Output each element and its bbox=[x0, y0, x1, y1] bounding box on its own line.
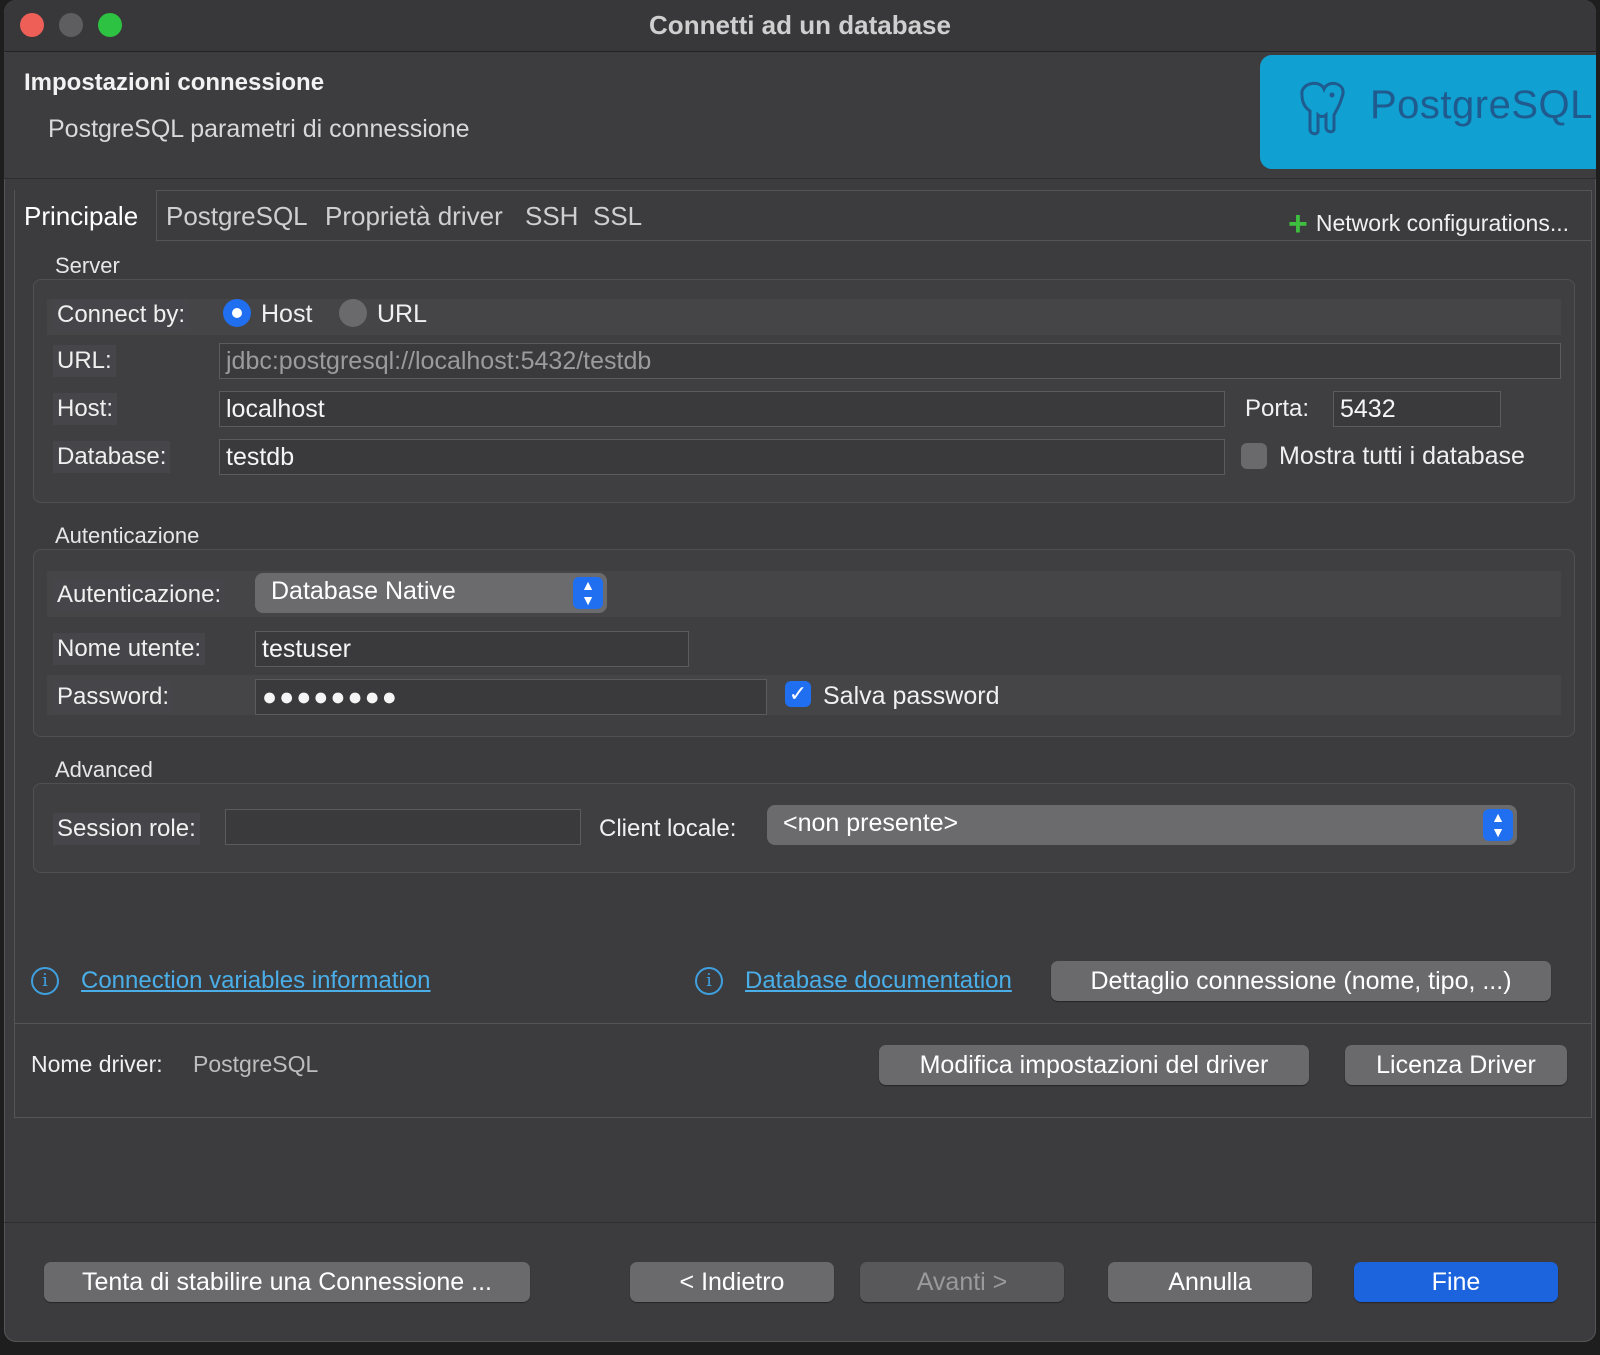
cancel-button[interactable]: Annulla bbox=[1108, 1262, 1312, 1302]
page-subtitle: PostgreSQL parametri di connessione bbox=[48, 115, 470, 143]
connect-by-host-radio[interactable] bbox=[223, 299, 251, 327]
save-password-checkbox[interactable]: ✓ bbox=[785, 681, 811, 707]
connect-by-url-label: URL bbox=[377, 300, 428, 328]
database-label: Database: bbox=[53, 441, 171, 473]
database-field[interactable]: testdb bbox=[219, 439, 1225, 475]
password-field[interactable]: ●●●●●●●● bbox=[255, 679, 767, 715]
session-role-field[interactable] bbox=[225, 809, 581, 845]
driver-license-button[interactable]: Licenza Driver bbox=[1345, 1045, 1567, 1085]
footer-divider bbox=[4, 1222, 1596, 1223]
elephant-icon bbox=[1300, 81, 1345, 136]
info-icon: i bbox=[695, 967, 723, 995]
info-icon: i bbox=[31, 967, 59, 995]
url-field: jdbc:postgresql://localhost:5432/testdb bbox=[219, 343, 1561, 379]
tab-postgresql[interactable]: PostgreSQL bbox=[166, 201, 308, 232]
window-title: Connetti ad un database bbox=[649, 10, 951, 40]
tab-panel: Principale PostgreSQL Proprietà driver S… bbox=[14, 190, 1592, 1118]
postgresql-logo: PostgreSQL bbox=[1260, 55, 1596, 169]
title-bar: Connetti ad un database bbox=[4, 0, 1596, 52]
chevron-up-down-icon: ▲ ▼ bbox=[1483, 809, 1513, 841]
auth-method-select[interactable]: Database Native ▲ ▼ bbox=[255, 573, 607, 613]
client-locale-value: <non presente> bbox=[783, 809, 959, 837]
username-label: Nome utente: bbox=[53, 633, 206, 665]
chevron-up-down-icon: ▲ ▼ bbox=[573, 577, 603, 609]
connect-by-label: Connect by: bbox=[53, 299, 190, 331]
session-role-label: Session role: bbox=[53, 813, 200, 845]
advanced-group-label: Advanced bbox=[55, 757, 153, 782]
url-label: URL: bbox=[53, 345, 116, 377]
finish-button[interactable]: Fine bbox=[1354, 1262, 1558, 1302]
tab-ssl[interactable]: SSL bbox=[593, 201, 642, 232]
connect-by-url-radio[interactable] bbox=[339, 299, 367, 327]
network-configurations-button[interactable]: + Network configurations... bbox=[1288, 201, 1569, 243]
plus-icon: + bbox=[1288, 205, 1308, 243]
edit-driver-settings-button[interactable]: Modifica impostazioni del driver bbox=[879, 1045, 1309, 1085]
auth-method-label: Autenticazione: bbox=[53, 579, 226, 611]
next-button[interactable]: Avanti > bbox=[860, 1262, 1064, 1302]
connection-details-button[interactable]: Dettaglio connessione (nome, tipo, ...) bbox=[1051, 961, 1551, 1001]
host-label: Host: bbox=[53, 393, 118, 425]
username-field[interactable]: testuser bbox=[255, 631, 689, 667]
show-all-databases-checkbox[interactable] bbox=[1241, 443, 1267, 469]
driver-name-value: PostgreSQL bbox=[193, 1051, 319, 1077]
server-group-label: Server bbox=[55, 253, 120, 278]
tab-driver-properties[interactable]: Proprietà driver bbox=[325, 201, 503, 232]
client-locale-label: Client locale: bbox=[599, 815, 737, 842]
client-locale-select[interactable]: <non presente> ▲ ▼ bbox=[767, 805, 1517, 845]
port-field[interactable]: 5432 bbox=[1333, 391, 1501, 427]
show-all-databases-label: Mostra tutti i database bbox=[1279, 442, 1525, 470]
password-label: Password: bbox=[53, 681, 174, 713]
logo-text: PostgreSQL bbox=[1370, 83, 1593, 127]
page-title: Impostazioni connessione bbox=[24, 69, 325, 96]
test-connection-button[interactable]: Tenta di stabilire una Connessione ... bbox=[44, 1262, 530, 1302]
auth-group-label: Autenticazione bbox=[55, 523, 200, 548]
back-button[interactable]: < Indietro bbox=[630, 1262, 834, 1302]
tab-principale[interactable]: Principale bbox=[24, 201, 138, 232]
tab-ssh[interactable]: SSH bbox=[525, 201, 578, 232]
port-label: Porta: bbox=[1245, 395, 1310, 422]
save-password-label: Salva password bbox=[823, 682, 1000, 710]
connect-by-host-label: Host bbox=[261, 300, 313, 328]
divider bbox=[15, 1023, 1591, 1024]
database-documentation-link[interactable]: Database documentation bbox=[745, 967, 1012, 995]
host-field[interactable]: localhost bbox=[219, 391, 1225, 427]
connection-dialog: Connetti ad un database Impostazioni con… bbox=[4, 0, 1596, 1342]
connection-variables-link[interactable]: Connection variables information bbox=[81, 967, 431, 995]
dialog-header: Impostazioni connessione PostgreSQL para… bbox=[4, 53, 1596, 179]
tab-bar: Principale PostgreSQL Proprietà driver S… bbox=[15, 190, 1591, 243]
network-configurations-label: Network configurations... bbox=[1315, 210, 1569, 236]
driver-name-label: Nome driver: bbox=[31, 1051, 163, 1077]
auth-method-value: Database Native bbox=[271, 577, 456, 605]
